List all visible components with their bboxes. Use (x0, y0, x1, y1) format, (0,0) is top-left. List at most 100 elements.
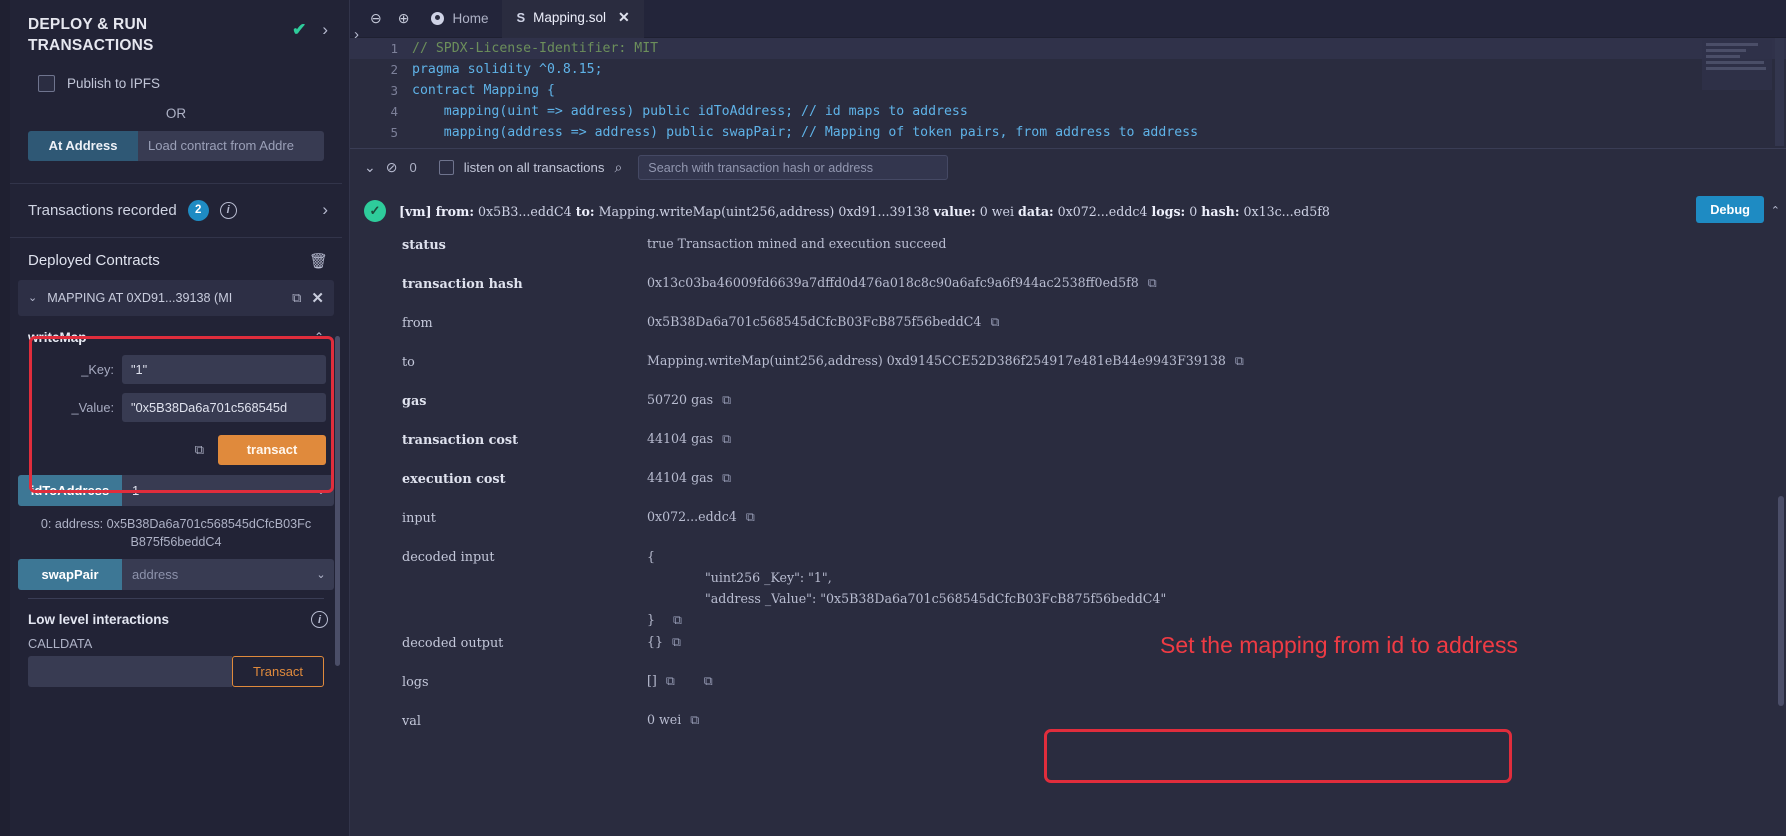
swappair-chevron-down-icon[interactable]: ⌄ (308, 559, 334, 590)
table-row: status true Transaction mined and execut… (350, 236, 1786, 275)
at-address-button[interactable]: At Address (28, 131, 138, 161)
function-writemap-block: writeMap ⌃ _Key: "1" _Value: "0x5B38Da6a… (18, 324, 334, 475)
table-row: transaction hash 0x13c03ba46009fd6639a7d… (350, 275, 1786, 314)
terminal-scrollbar[interactable] (1778, 496, 1784, 706)
tab-mapping-sol[interactable]: S Mapping.sol ✕ (502, 0, 643, 38)
listen-all-transactions-checkbox[interactable] (439, 160, 454, 175)
calldata-input[interactable] (28, 656, 232, 687)
terminal-body: ✓ [vm] from: 0x5B3...eddC4 to: Mapping.w… (350, 186, 1786, 816)
to-value: Mapping.writeMap(uint256,address) 0xd91.… (599, 204, 930, 219)
table-row: from 0x5B38Da6a701c568545dCfcB03FcB875f5… (350, 314, 1786, 353)
line-number: 2 (350, 62, 412, 77)
tab-home[interactable]: Home (417, 0, 502, 38)
transactions-chevron-icon[interactable]: › (322, 200, 328, 220)
page-title: DEPLOY & RUN TRANSACTIONS (28, 14, 228, 57)
deploy-run-sidebar: DEPLOY & RUN TRANSACTIONS ✔ › Publish to… (0, 0, 350, 836)
trash-icon[interactable]: 🗑 (309, 252, 328, 270)
swappair-input[interactable]: address (122, 559, 308, 590)
tab-mapping-sol-label: Mapping.sol (533, 10, 606, 25)
copy-calldata-icon[interactable]: ⧉ (195, 442, 204, 458)
param-value-input[interactable]: "0x5B38Da6a701c568545d (122, 393, 326, 422)
from-value: 0x5B3...eddC4 (478, 204, 572, 219)
idtoaddress-result: 0: address: 0x5B38Da6a701c568545dCfcB03F… (10, 510, 342, 560)
row-value: {} (647, 634, 663, 649)
copy-icon[interactable]: ⧉ (690, 712, 699, 728)
transact-button[interactable]: transact (218, 435, 326, 465)
low-level-transact-button[interactable]: Transact (232, 656, 324, 687)
annotation-text: Set the mapping from id to address (1160, 632, 1518, 659)
debug-button[interactable]: Debug (1696, 196, 1764, 223)
solidity-icon: S (516, 10, 525, 25)
publish-ipfs-checkbox[interactable] (38, 75, 55, 92)
transactions-recorded-row[interactable]: Transactions recorded 2 i › (10, 184, 342, 238)
search-input[interactable]: Search with transaction hash or address (638, 155, 948, 180)
copy-icon[interactable]: ⧉ (672, 634, 681, 650)
table-row-decoded-input: decoded input { "uint256 _Key": "1", "ad… (350, 548, 1786, 634)
param-row-key: _Key: "1" (26, 355, 326, 384)
idtoaddress-button[interactable]: idToAddress (18, 475, 122, 506)
remix-ide-window: DEPLOY & RUN TRANSACTIONS ✔ › Publish to… (0, 0, 1786, 836)
panel-header: DEPLOY & RUN TRANSACTIONS ✔ › (10, 0, 342, 57)
search-icon[interactable]: ⌕ (614, 159, 622, 176)
clear-console-icon[interactable]: ⊘ (386, 159, 398, 176)
low-level-info-icon[interactable]: i (311, 611, 328, 628)
main-area: › ⊖ ⊕ Home S Mapping.sol ✕ 1 // SPDX-Lic… (350, 0, 1786, 836)
vm-tag: [vm] (399, 204, 432, 219)
line-number: 5 (350, 125, 412, 140)
row-value: 0x5B38Da6a701c568545dCfcB03FcB875f56bedd… (647, 314, 981, 329)
editor-scrollbar[interactable] (1775, 38, 1784, 146)
copy-icon[interactable]: ⧉ (673, 612, 682, 627)
row-value: true Transaction mined and execution suc… (647, 236, 946, 251)
code-editor[interactable]: 1 // SPDX-License-Identifier: MIT 2 prag… (350, 38, 1786, 148)
table-row: input 0x072...eddc4 ⧉ (350, 509, 1786, 548)
copy-icon[interactable]: ⧉ (990, 314, 999, 330)
publish-ipfs-row[interactable]: Publish to IPFS (10, 57, 342, 92)
table-row: gas 50720 gas ⧉ (350, 392, 1786, 431)
param-key-input[interactable]: "1" (122, 355, 326, 384)
copy-icon[interactable]: ⧉ (746, 509, 755, 525)
deployed-contract-item[interactable]: ⌄ MAPPING AT 0XD91...39138 (MI ⧉ ✕ (18, 280, 334, 316)
zoom-out-icon[interactable]: ⊖ (370, 10, 382, 27)
row-key: to (402, 353, 647, 370)
data-value: 0x072...eddc4 (1058, 204, 1148, 219)
check-icon[interactable]: ✔ (292, 20, 306, 40)
home-icon (431, 12, 444, 25)
low-level-header: Low level interactions i (10, 599, 342, 628)
close-icon[interactable]: ✕ (618, 9, 630, 26)
editor-minimap[interactable] (1702, 40, 1772, 90)
line-number: 3 (350, 83, 412, 98)
row-value: [] (647, 673, 657, 688)
chevron-down-icon[interactable]: ⌄ (28, 291, 37, 304)
swappair-button[interactable]: swapPair (18, 559, 122, 590)
sidebar-rail (0, 0, 10, 836)
info-icon[interactable]: i (220, 202, 237, 219)
sidebar-scrollbar[interactable] (335, 336, 340, 666)
row-value: 50720 gas (647, 392, 713, 407)
close-icon[interactable]: ✕ (311, 289, 324, 307)
row-key: val (402, 712, 647, 729)
collapse-terminal-icon[interactable]: ⌄ (364, 159, 376, 176)
copy-icon[interactable]: ⧉ (1235, 353, 1244, 369)
copy-icon[interactable]: ⧉ (1148, 275, 1157, 291)
row-key: decoded input (402, 548, 647, 565)
table-row: decoded output {} ⧉ (350, 634, 1786, 673)
idtoaddress-chevron-down-icon[interactable]: ⌄ (308, 475, 334, 506)
at-address-input[interactable]: Load contract from Addre (138, 131, 324, 161)
copy-all-icon[interactable]: ⧉ (704, 673, 713, 689)
copy-icon[interactable]: ⧉ (292, 290, 301, 306)
copy-icon[interactable]: ⧉ (722, 392, 731, 408)
zoom-in-icon[interactable]: ⊕ (398, 10, 410, 27)
transaction-detail-rows: status true Transaction mined and execut… (350, 232, 1786, 751)
logs-label: logs: (1151, 204, 1185, 219)
code-line: 1 // SPDX-License-Identifier: MIT (350, 38, 1786, 59)
idtoaddress-input[interactable]: 1 (122, 475, 308, 506)
chevron-up-icon[interactable]: ⌃ (314, 330, 324, 344)
copy-icon[interactable]: ⧉ (666, 673, 675, 689)
row-value: 44104 gas (647, 431, 713, 446)
collapse-tx-icon[interactable]: ⌃ (1771, 204, 1780, 217)
chevron-right-icon[interactable]: › (322, 20, 328, 40)
transaction-summary-line[interactable]: ✓ [vm] from: 0x5B3...eddC4 to: Mapping.w… (350, 186, 1786, 232)
copy-icon[interactable]: ⧉ (722, 431, 731, 447)
copy-icon[interactable]: ⧉ (722, 470, 731, 486)
json-line-key: "uint256 _Key": "1", (647, 569, 832, 588)
